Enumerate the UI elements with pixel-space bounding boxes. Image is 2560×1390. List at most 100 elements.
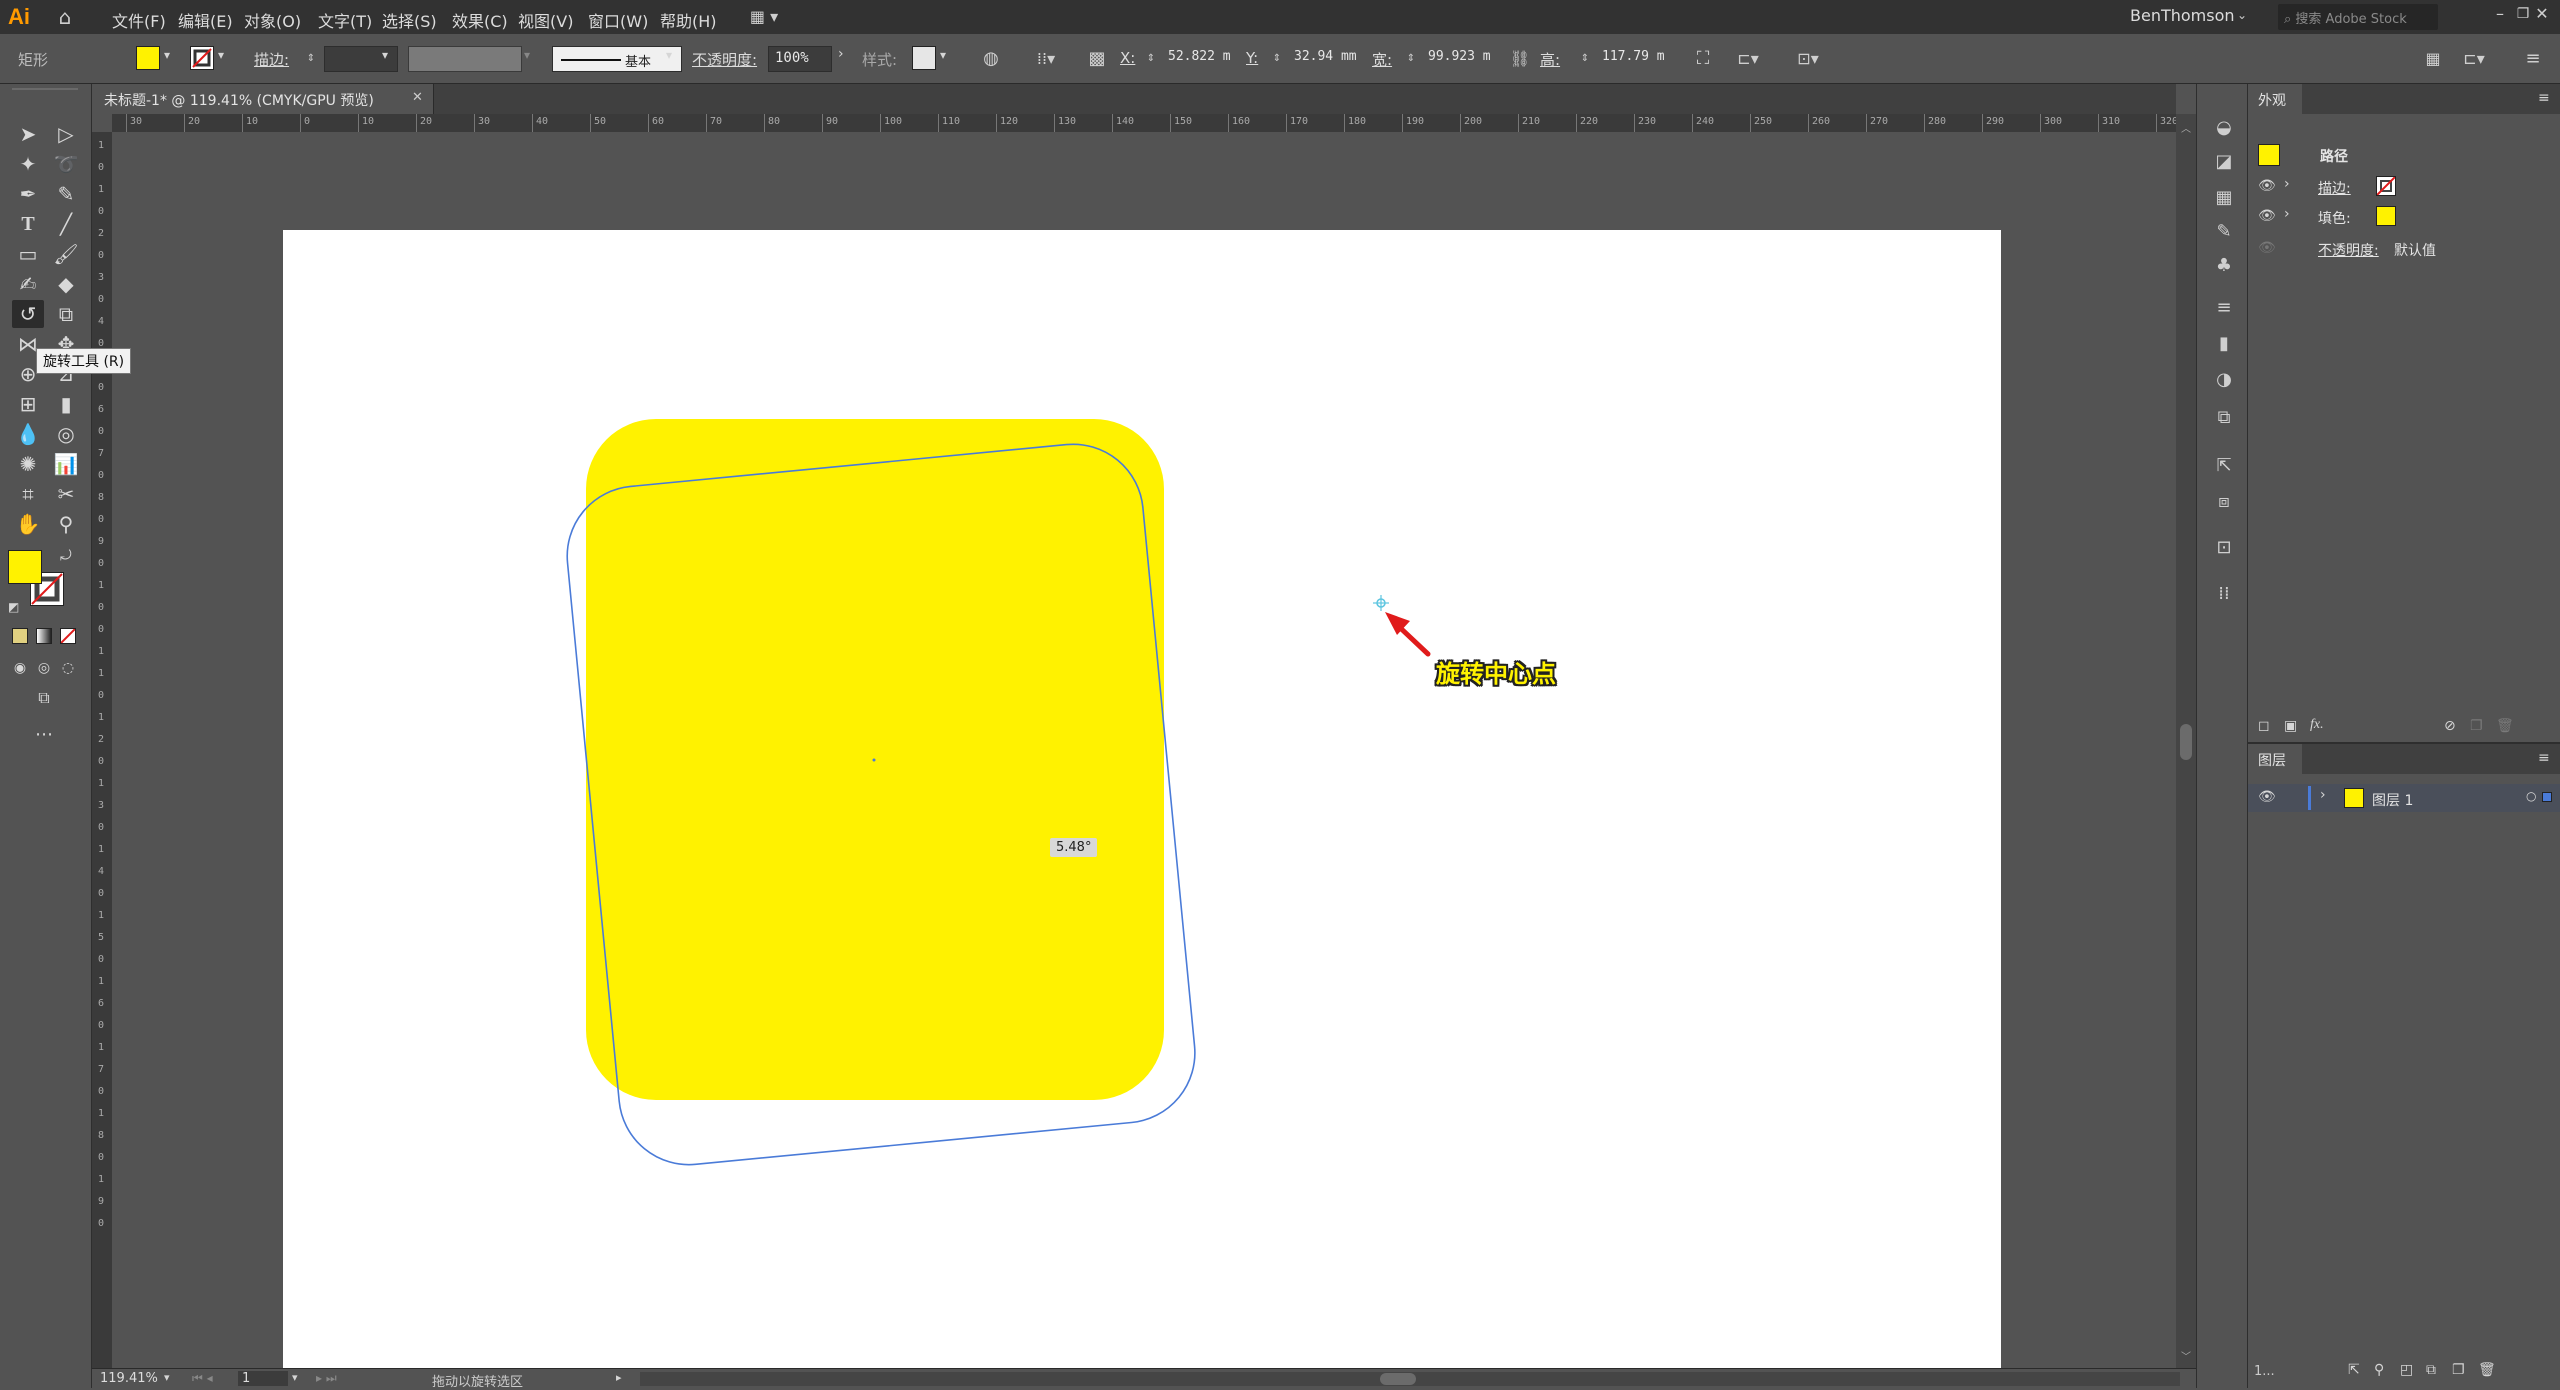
toolbox-grip[interactable]: [12, 88, 78, 94]
new-sublayer-icon[interactable]: ⧉: [2426, 1362, 2436, 1378]
appearance-menu-icon[interactable]: ≡: [2538, 90, 2550, 106]
menu-item[interactable]: 窗口(W): [588, 8, 648, 32]
align-panel-icon[interactable]: ⁞⁞: [2211, 580, 2237, 606]
clear-appearance-icon[interactable]: ⊘: [2444, 718, 2456, 734]
eye-icon[interactable]: 👁: [2258, 208, 2276, 224]
y-field[interactable]: 32.94 mm: [1288, 46, 1368, 72]
eyedropper-tool-icon[interactable]: 💧: [12, 420, 44, 448]
paintbrush-tool-icon[interactable]: 🖌: [50, 240, 82, 268]
symbol-sprayer-tool-icon[interactable]: ✺: [12, 450, 44, 478]
add-new-stroke-icon[interactable]: ◻: [2258, 718, 2270, 734]
delete-layer-icon[interactable]: 🗑: [2478, 1362, 2496, 1378]
delete-item-icon[interactable]: 🗑: [2496, 718, 2514, 734]
height-stepper-icon[interactable]: ⇕: [1578, 47, 1592, 71]
hand-tool-icon[interactable]: ✋: [12, 510, 44, 538]
fill-dropdown-icon[interactable]: ▾: [164, 48, 170, 62]
gradient-mode-icon[interactable]: [36, 628, 52, 644]
gradient-tool-icon[interactable]: ▮: [50, 390, 82, 418]
stroke-label[interactable]: 描边:: [254, 49, 289, 70]
menu-item[interactable]: 帮助(H): [660, 8, 717, 32]
appearance-tab[interactable]: 外观: [2248, 84, 2302, 114]
user-name[interactable]: BenThomson: [2130, 6, 2235, 25]
artboards-panel-icon[interactable]: ⧉: [2211, 404, 2237, 430]
add-new-effect-icon[interactable]: fx.: [2310, 717, 2324, 733]
color-guide-icon[interactable]: ◪: [2211, 148, 2237, 174]
screen-mode-icon[interactable]: ⧉: [28, 684, 60, 712]
draw-inside-icon[interactable]: ◌: [52, 654, 84, 682]
layer-visibility-icon[interactable]: 👁: [2258, 789, 2276, 805]
horizontal-scrollbar[interactable]: [640, 1372, 2180, 1386]
scale-tool-icon[interactable]: ⧉: [50, 300, 82, 328]
zoom-level[interactable]: 119.41%: [100, 1371, 158, 1386]
clipping-mask-icon[interactable]: ◰: [2400, 1362, 2413, 1378]
vertical-scrollbar[interactable]: ︿ ﹀: [2176, 114, 2196, 1368]
opacity-field[interactable]: 100%: [768, 46, 832, 72]
layers-tab[interactable]: 图层: [2248, 744, 2302, 774]
artboard-dropdown-icon[interactable]: ▾: [292, 1371, 298, 1384]
lasso-tool-icon[interactable]: ➰: [50, 150, 82, 178]
symbols-panel-icon[interactable]: ♣: [2211, 252, 2237, 278]
document-tab[interactable]: 未标题-1* @ 119.41% (CMYK/GPU 预览) ✕: [96, 84, 434, 114]
x-field[interactable]: 52.822 m: [1162, 46, 1238, 72]
add-new-fill-icon[interactable]: ▣: [2284, 718, 2297, 734]
workspace-switcher-icon[interactable]: ▦ ▾: [744, 5, 784, 29]
default-colors-icon[interactable]: ◩: [8, 600, 19, 614]
export-panel-icon[interactable]: ⇱: [2211, 452, 2237, 478]
menu-item[interactable]: 选择(S): [382, 8, 437, 32]
artboard-number[interactable]: 1: [238, 1371, 288, 1386]
gradient-panel-icon[interactable]: ▮: [2211, 330, 2237, 356]
height-field[interactable]: 117.79 m: [1596, 46, 1672, 72]
pathfinder-panel-icon[interactable]: ⧈: [2211, 488, 2237, 514]
slice-tool-icon[interactable]: ✂: [50, 480, 82, 508]
stroke-panel-icon[interactable]: ≡: [2211, 294, 2237, 320]
zoom-dropdown-icon[interactable]: ▾: [164, 1371, 170, 1384]
eraser-tool-icon[interactable]: ◆: [50, 270, 82, 298]
stroke-weight-dropdown-icon[interactable]: ▾: [382, 48, 388, 62]
opacity-label[interactable]: 不透明度:: [692, 49, 757, 70]
artwork-svg[interactable]: [112, 132, 2176, 1368]
next-artboard-icon[interactable]: ▸ ⏭: [316, 1371, 337, 1386]
color-mode-icon[interactable]: [12, 628, 28, 644]
status-menu-icon[interactable]: ▸: [616, 1371, 622, 1384]
layer-target-icon[interactable]: ○: [2526, 789, 2536, 803]
expand-arrow-icon[interactable]: ›: [2284, 206, 2290, 222]
color-panel-icon[interactable]: ◒: [2211, 114, 2237, 140]
more-options-icon[interactable]: ≡: [2520, 46, 2546, 72]
new-layer-icon[interactable]: ❐: [2452, 1362, 2465, 1378]
stroke-swatch[interactable]: [190, 46, 214, 70]
stock-search-field[interactable]: ⌕ 搜索 Adobe Stock: [2278, 4, 2438, 30]
appearance-row-opacity[interactable]: 👁 不透明度: 默认值: [2248, 234, 2560, 264]
fill-color-swatch[interactable]: [8, 550, 42, 584]
reference-point-icon[interactable]: ▩: [1084, 46, 1110, 72]
edit-toolbar-icon[interactable]: ⋯: [28, 720, 60, 748]
export-layers-icon[interactable]: ⇱: [2348, 1362, 2360, 1378]
libraries-panel-icon[interactable]: ⊡: [2211, 534, 2237, 560]
shaper-tool-icon[interactable]: ✍: [12, 270, 44, 298]
line-tool-icon[interactable]: ╱: [50, 210, 82, 238]
panel-layout-icon[interactable]: ⊏▾: [2456, 46, 2492, 72]
style-swatch[interactable]: [912, 46, 936, 70]
menu-item[interactable]: 文件(F): [112, 8, 166, 32]
transparency-panel-icon[interactable]: ◑: [2211, 366, 2237, 392]
rectangle-tool-icon[interactable]: ▭: [12, 240, 44, 268]
swap-colors-icon[interactable]: ⤾: [60, 548, 72, 564]
stroke-row-label[interactable]: 描边:: [2318, 178, 2351, 198]
user-dropdown-icon[interactable]: ⌄: [2237, 8, 2247, 22]
stroke-weight-stepper-icon[interactable]: ⇕: [304, 47, 318, 71]
rotate-tool-icon[interactable]: ↺: [12, 300, 44, 328]
scroll-down-icon[interactable]: ﹀: [2181, 1348, 2191, 1363]
brush-profile-field[interactable]: 基本: [552, 46, 682, 72]
isolate-icon[interactable]: ⊡▾: [1788, 46, 1828, 72]
transform-icon[interactable]: ⛶: [1690, 46, 1716, 72]
hscroll-thumb[interactable]: [1380, 1373, 1416, 1385]
variable-width-field[interactable]: [408, 46, 522, 72]
mesh-tool-icon[interactable]: ⊞: [12, 390, 44, 418]
appearance-row-fill[interactable]: 👁 › 填色:: [2248, 202, 2560, 232]
variable-width-dropdown-icon[interactable]: ▾: [524, 48, 530, 62]
menu-item[interactable]: 编辑(E): [178, 8, 233, 32]
opacity-arrow-icon[interactable]: ›: [838, 46, 844, 62]
fill-yellow-swatch[interactable]: [2376, 206, 2396, 226]
scroll-thumb[interactable]: [2180, 724, 2192, 760]
layer-row[interactable]: 👁 › 图层 1 ○: [2248, 784, 2560, 812]
direct-selection-tool-icon[interactable]: ▷: [50, 120, 82, 148]
